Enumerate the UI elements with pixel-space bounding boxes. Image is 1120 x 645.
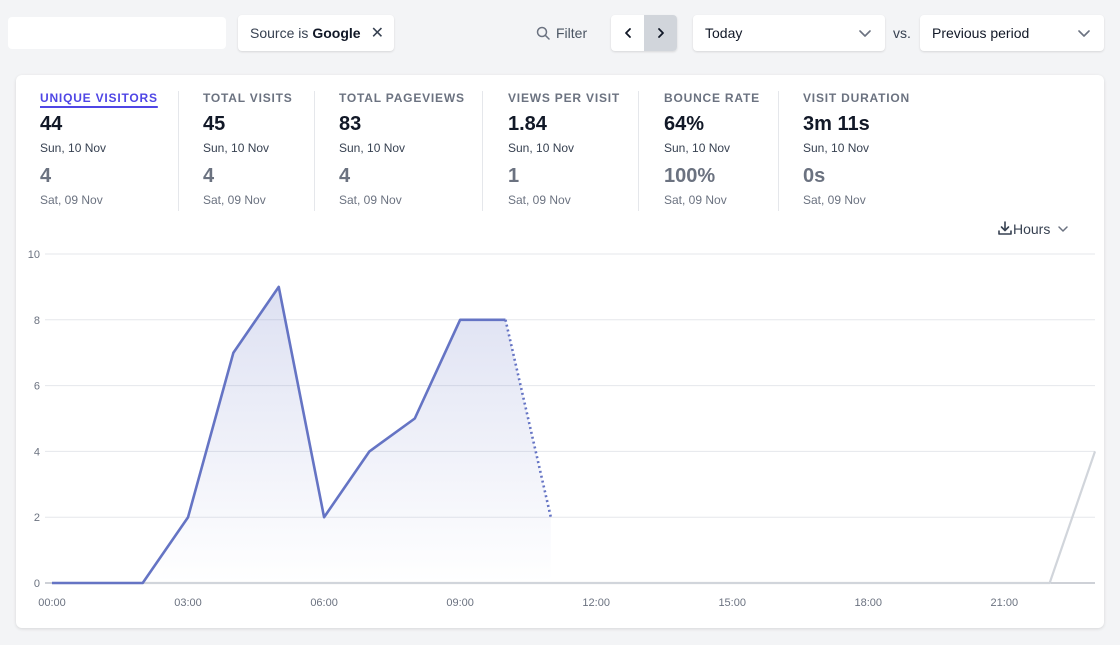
period-select-value: Today [705,25,743,41]
metric-date: Sun, 10 Nov [508,141,575,155]
metric-value: 44 [40,113,63,135]
metric-date: Sun, 10 Nov [339,141,406,155]
chevron-down-icon [1058,226,1069,232]
next-period-button[interactable] [644,15,677,51]
metric-previous-value: 4 [339,165,351,187]
metric-date: Sun, 10 Nov [664,141,731,155]
close-icon[interactable]: ✕ [371,23,384,43]
metric-label: Views per visit [508,91,621,105]
period-navigation [611,15,677,51]
metric-previous-value: 4 [203,165,215,187]
visitors-graph-card: Unique visitors 44 Sun, 10 Nov 4 Sat, 09… [16,75,1104,628]
metric-previous-value: 4 [40,165,52,187]
divider [638,91,639,211]
divider [178,91,179,211]
filter-pill-prefix: Source is [250,25,309,41]
metric-previous-value: 0s [803,165,826,187]
filter-bar: Source is Google ✕ Filter Today vs. Prev… [0,0,1120,66]
filter-pill-value: Google [312,25,361,41]
metric-visit-duration[interactable]: Visit duration 3m 11s Sun, 10 Nov 0s Sat… [803,91,933,211]
chevron-left-icon [624,28,631,38]
filter-button-label: Filter [556,25,588,41]
metric-value: 64% [664,113,705,135]
metric-date: Sun, 10 Nov [803,141,870,155]
filter-button[interactable]: Filter [536,22,587,44]
metric-value: 45 [203,113,226,135]
metric-date: Sun, 10 Nov [40,141,107,155]
metric-total-pageviews[interactable]: Total pageviews 83 Sun, 10 Nov 4 Sat, 09… [339,91,484,211]
metric-value: 3m 11s [803,113,870,135]
metric-label: Unique visitors [40,91,158,105]
search-icon [536,26,550,40]
download-icon [998,221,1012,235]
metric-label: Bounce rate [664,91,760,105]
metric-previous-date: Sat, 09 Nov [803,193,866,207]
metric-previous-date: Sat, 09 Nov [40,193,103,207]
metric-value: 83 [339,113,362,135]
divider [778,91,779,211]
chevron-down-icon [1078,30,1090,37]
period-select[interactable]: Today [693,15,885,51]
metric-bounce-rate[interactable]: Bounce rate 64% Sun, 10 Nov 100% Sat, 09… [664,91,779,211]
previous-period-button[interactable] [611,15,644,51]
interval-label: Hours [1013,221,1051,237]
divider [482,91,483,211]
metric-views-per-visit[interactable]: Views per visit 1.84 Sun, 10 Nov 1 Sat, … [508,91,643,211]
metric-total-visits[interactable]: Total visits 45 Sun, 10 Nov 4 Sat, 09 No… [203,91,313,211]
metric-previous-date: Sat, 09 Nov [339,193,402,207]
metric-previous-date: Sat, 09 Nov [508,193,571,207]
metric-previous-date: Sat, 09 Nov [664,193,727,207]
metric-label: Total visits [203,91,293,105]
comparison-select[interactable]: Previous period [920,15,1104,51]
metric-previous-date: Sat, 09 Nov [203,193,266,207]
metric-unique-visitors[interactable]: Unique visitors 44 Sun, 10 Nov 4 Sat, 09… [40,91,180,211]
comparison-select-value: Previous period [932,25,1030,41]
download-button[interactable] [997,220,1013,241]
divider [314,91,315,211]
chevron-down-icon [859,30,871,37]
metric-value: 1.84 [508,113,547,135]
interval-select[interactable]: Hours [1013,221,1070,237]
vs-label: vs. [893,25,911,41]
chevron-right-icon [657,28,664,38]
site-switcher[interactable] [8,17,226,49]
metric-date: Sun, 10 Nov [203,141,270,155]
metric-previous-value: 100% [664,165,716,187]
source-filter-pill[interactable]: Source is Google ✕ [238,15,394,51]
metric-label: Visit duration [803,91,910,105]
metric-previous-value: 1 [508,165,520,187]
metric-label: Total pageviews [339,91,465,105]
